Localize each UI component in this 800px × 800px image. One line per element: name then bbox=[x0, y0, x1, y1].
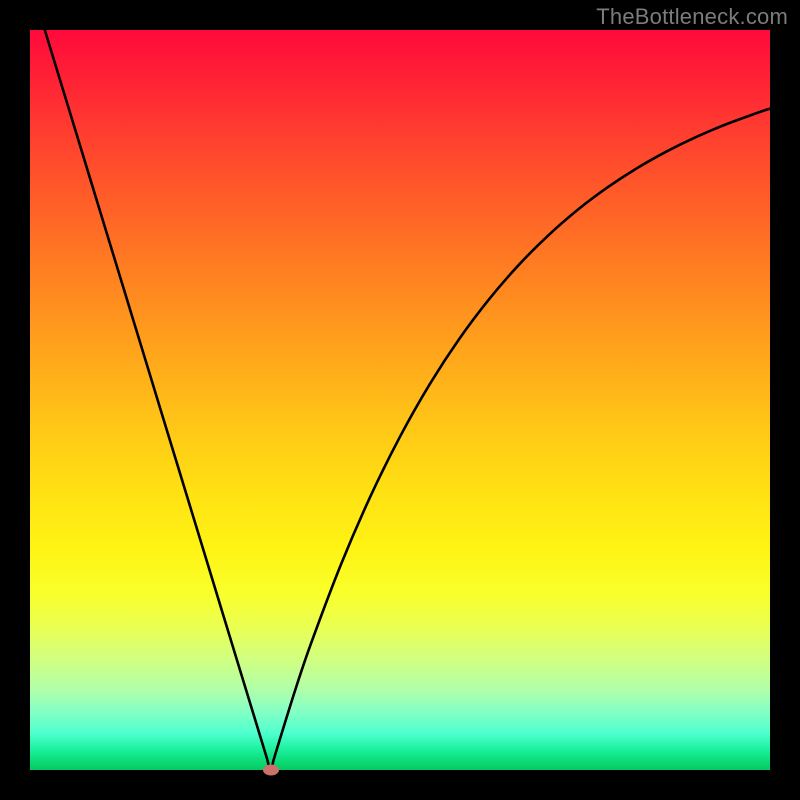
plot-area bbox=[30, 30, 770, 770]
bottleneck-curve bbox=[30, 30, 770, 770]
optimal-point-marker bbox=[263, 765, 279, 776]
watermark-text: TheBottleneck.com bbox=[596, 4, 788, 30]
chart-frame: TheBottleneck.com bbox=[0, 0, 800, 800]
